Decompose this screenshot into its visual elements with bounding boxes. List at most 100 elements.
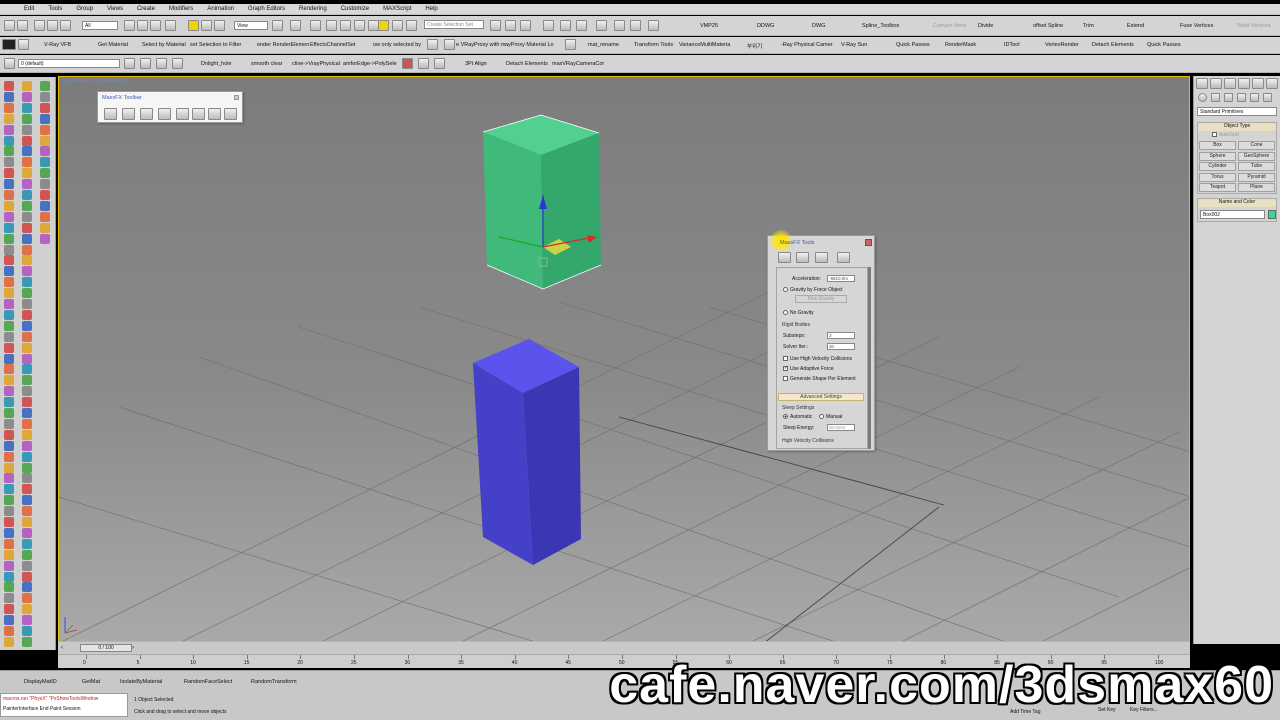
adaptive-force-checkbox[interactable]: ✓ Use Adaptive Force [783, 366, 834, 372]
quick-script-button[interactable]: RandomFaceSelect [184, 679, 232, 685]
undo-icon[interactable] [4, 20, 15, 31]
modify-tab-icon[interactable] [1210, 78, 1222, 89]
massfx-tools-window[interactable]: MassFX Tools Acceleration: -9810.0m Grav… [767, 230, 875, 451]
time-slider[interactable]: 0 / 100 ‹ › [58, 642, 1190, 654]
rigid-body-icon[interactable] [140, 108, 153, 120]
toolbar-button[interactable]: Quick Passes [896, 42, 930, 48]
tool-icon[interactable] [4, 397, 14, 408]
tool-icon[interactable] [22, 527, 32, 538]
object-type-button[interactable]: Sphere [1199, 151, 1236, 161]
create-tab-icon[interactable] [1196, 78, 1208, 89]
close-icon[interactable] [865, 239, 872, 246]
tool-icon[interactable] [4, 233, 14, 244]
tool-icon[interactable] [4, 157, 14, 168]
toolbar-button[interactable]: DDWG [757, 23, 774, 29]
prev-frame-icon[interactable]: ‹ [61, 644, 69, 652]
geometry-icon[interactable] [1198, 93, 1207, 102]
tool-icon[interactable] [4, 211, 14, 222]
shapes-icon[interactable] [1211, 93, 1220, 102]
tool-icon[interactable] [4, 299, 14, 309]
toolbar-button[interactable]: ow only selected by [373, 42, 421, 48]
tool-icon[interactable] [40, 135, 50, 146]
tool-icon[interactable] [4, 560, 14, 571]
object-type-button[interactable]: Plane [1238, 183, 1275, 192]
tool-icon[interactable] [22, 168, 32, 179]
toolbar-button[interactable]: Trim [1083, 23, 1094, 29]
tool-icon[interactable] [22, 102, 32, 113]
render-iterative-icon[interactable] [630, 20, 641, 31]
tool-icon[interactable] [4, 309, 14, 320]
tool-icon[interactable] [4, 462, 14, 473]
toolbar-button[interactable]: 부위기 [747, 42, 762, 50]
toolbar-button[interactable]: Fuse Vertices [1180, 23, 1213, 29]
tool-icon[interactable] [22, 222, 32, 233]
render-active-icon[interactable] [648, 20, 659, 31]
vray-logo-icon[interactable] [2, 39, 16, 50]
object-type-button[interactable]: Pyramid [1238, 172, 1275, 182]
tool-icon[interactable] [4, 255, 14, 266]
cameras-icon[interactable] [1237, 93, 1246, 102]
reference-coordinate-dropdown[interactable]: View [234, 21, 268, 30]
layer-icon[interactable] [4, 58, 15, 69]
menu-item[interactable]: Create [137, 6, 155, 12]
named-selection-dropdown[interactable]: Create Selection Set [424, 20, 484, 29]
tool-icon[interactable] [22, 135, 32, 146]
tools-tab-icon[interactable] [796, 252, 809, 263]
menu-item[interactable]: Tools [48, 6, 62, 12]
sleep-energy-field[interactable]: 50.0mm [827, 424, 855, 431]
tool-icon[interactable] [22, 299, 32, 309]
quick-script-button[interactable]: GetMat [82, 679, 100, 685]
tool-icon[interactable] [22, 146, 32, 157]
toolbar-button[interactable]: Dnlight_hole [201, 61, 232, 67]
menu-item[interactable]: MAXScript [383, 6, 411, 12]
tool-icon[interactable] [22, 190, 32, 200]
toolbar-button[interactable]: EffectsChannelSet [310, 42, 355, 48]
tool-icon[interactable] [22, 593, 32, 604]
time-slider-thumb[interactable]: 0 / 100 [80, 644, 132, 652]
toolbar-button[interactable]: mat_rename [588, 42, 619, 48]
menu-item[interactable]: Graph Editors [248, 6, 285, 12]
toolbar-button[interactable]: Detach Elements [506, 61, 548, 67]
layer-add-icon[interactable] [124, 58, 135, 69]
tool-icon[interactable] [22, 397, 32, 408]
menu-item[interactable]: Rendering [299, 6, 327, 12]
tool-icon[interactable] [4, 604, 14, 615]
maxscript-listener[interactable]: macros.run "PhysX" "PxShowToolsWindow Pa… [0, 693, 128, 717]
tool-icon[interactable] [4, 451, 14, 462]
tool-icon[interactable] [22, 81, 32, 91]
link-icon[interactable] [34, 20, 45, 31]
toolbar-button[interactable]: V-Ray VFB [44, 42, 71, 48]
tool-icon[interactable] [22, 113, 32, 124]
align-icon[interactable] [392, 20, 403, 31]
menu-item[interactable]: Modifiers [169, 6, 193, 12]
tool-icon[interactable] [22, 462, 32, 473]
toolbar-button[interactable]: ctive->VrayPhysical [292, 61, 340, 67]
tool-icon[interactable] [22, 91, 32, 102]
tool-icon[interactable] [40, 81, 50, 91]
tool-icon[interactable] [22, 124, 32, 135]
tool-icon[interactable] [4, 342, 14, 353]
layer-current-icon[interactable] [172, 58, 183, 69]
tool-icon[interactable] [4, 506, 14, 517]
tool-icon[interactable] [40, 146, 50, 157]
tool-icon[interactable] [22, 157, 32, 168]
tool-icon[interactable] [4, 626, 14, 636]
object-type-button[interactable]: Box [1199, 141, 1236, 150]
tool-icon[interactable] [22, 288, 32, 299]
tool-icon[interactable] [4, 484, 14, 495]
object-type-button[interactable]: GeoSphere [1238, 151, 1275, 161]
toolbar-button[interactable]: Divide [978, 23, 993, 29]
tool-icon[interactable] [4, 375, 14, 386]
tool-icon[interactable] [22, 473, 32, 484]
tool-icon[interactable] [40, 102, 50, 113]
object-color-swatch[interactable] [1268, 210, 1276, 219]
panel-scrollbar[interactable] [868, 267, 871, 449]
tool-icon[interactable] [4, 615, 14, 626]
tool-icon[interactable] [22, 626, 32, 636]
tool-icon[interactable] [4, 364, 14, 375]
layer-select-icon[interactable] [140, 58, 151, 69]
tool-icon[interactable] [22, 353, 32, 364]
tool-icon[interactable] [4, 135, 14, 146]
reset-simulation-icon[interactable] [192, 108, 205, 120]
tool-icon[interactable] [4, 527, 14, 538]
